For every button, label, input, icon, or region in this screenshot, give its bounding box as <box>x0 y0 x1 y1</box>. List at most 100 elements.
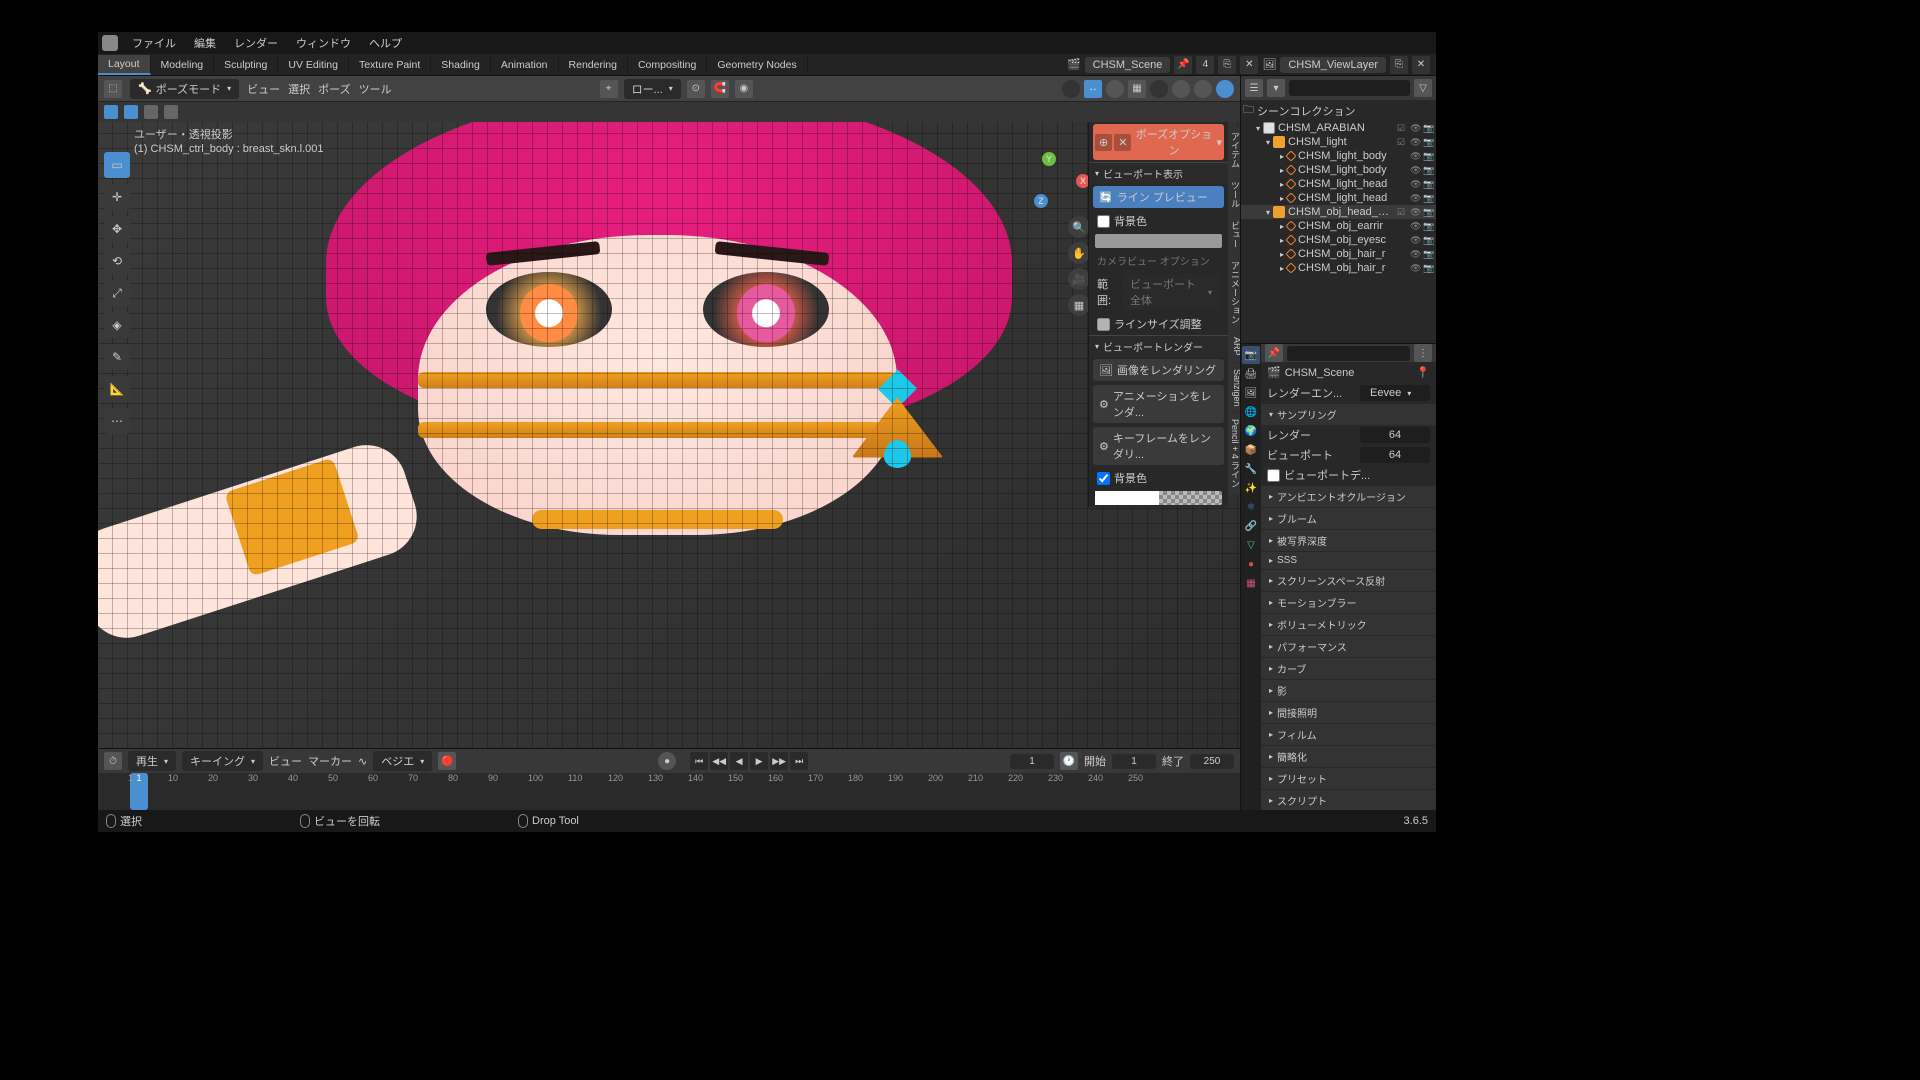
props-section[interactable]: スクリプト <box>1261 790 1436 810</box>
delete-viewlayer-icon[interactable]: ✕ <box>1412 56 1430 74</box>
tool-scale[interactable]: ⤢ <box>104 280 130 306</box>
pin-icon[interactable]: 📌 <box>1174 56 1192 74</box>
outliner-display-icon[interactable]: ▾ <box>1267 79 1285 97</box>
next-key-icon[interactable]: ▶▶ <box>770 752 788 770</box>
ptab-world[interactable]: 🌍 <box>1242 422 1260 440</box>
outliner-row[interactable]: ▸CHSM_obj_hair_r👁📷 <box>1241 261 1436 275</box>
tool-extra[interactable]: ⋯ <box>104 408 130 434</box>
tool-transform[interactable]: ◈ <box>104 312 130 338</box>
select-extra-chip[interactable] <box>164 105 178 119</box>
props-section[interactable]: SSS <box>1261 552 1436 569</box>
render-image-button[interactable]: 🖼画像をレンダリング <box>1093 359 1224 381</box>
axis-lock-icon[interactable]: ⊕ <box>1095 134 1112 151</box>
tab-uv[interactable]: UV Editing <box>278 56 349 74</box>
ptab-object[interactable]: 📦 <box>1242 441 1260 459</box>
outliner-row[interactable]: ▸CHSM_light_body👁📷 <box>1241 149 1436 163</box>
pin-icon[interactable]: 📍 <box>1416 366 1430 379</box>
prev-key-icon[interactable]: ◀◀ <box>710 752 728 770</box>
menu-window[interactable]: ウィンドウ <box>288 33 359 53</box>
ptab-render[interactable]: 📷 <box>1242 346 1260 364</box>
select-lasso-chip[interactable] <box>124 105 138 119</box>
tab-rendering[interactable]: Rendering <box>559 56 628 74</box>
ptab-particle[interactable]: ✨ <box>1242 479 1260 497</box>
scene-count[interactable]: 4 <box>1196 56 1214 74</box>
props-section[interactable]: 簡略化 <box>1261 746 1436 767</box>
vh-menu-tool[interactable]: ツール <box>359 81 392 97</box>
ptab-constraint[interactable]: 🔗 <box>1242 517 1260 535</box>
outliner-row[interactable]: ▾CHSM_obj_head_acs☑👁📷 <box>1241 205 1436 219</box>
tab-shading[interactable]: Shading <box>431 56 491 74</box>
ptab-modifier[interactable]: 🔧 <box>1242 460 1260 478</box>
tab-geonodes[interactable]: Geometry Nodes <box>707 56 807 74</box>
tl-marker[interactable]: マーカー <box>308 753 352 769</box>
panel-viewport-display[interactable]: ビューポート表示 <box>1089 162 1228 184</box>
select-circle-chip[interactable] <box>144 105 158 119</box>
props-section[interactable]: スクリーンスペース反射 <box>1261 570 1436 591</box>
props-section[interactable]: 間接照明 <box>1261 702 1436 723</box>
props-section[interactable]: 被写界深度 <box>1261 530 1436 551</box>
outliner-filter-icon[interactable]: ▽ <box>1414 79 1432 97</box>
props-section[interactable]: ボリューメトリック <box>1261 614 1436 635</box>
jump-start-icon[interactable]: ⏮ <box>690 752 708 770</box>
outliner-row[interactable]: ▾CHSM_light☑👁📷 <box>1241 135 1436 149</box>
end-frame-field[interactable]: 250 <box>1190 754 1234 769</box>
bgcolor2-swatch[interactable] <box>1095 491 1222 505</box>
viewlayer-field[interactable]: CHSM_ViewLayer <box>1280 57 1386 73</box>
record-icon[interactable]: ● <box>658 752 676 770</box>
orientation-icon[interactable]: ⌖ <box>600 80 618 98</box>
outliner-row[interactable]: ▸CHSM_light_head👁📷 <box>1241 177 1436 191</box>
shading-rendered-icon[interactable] <box>1216 80 1234 98</box>
visibility-toggle-icon[interactable] <box>1062 80 1080 98</box>
bgcolor2-checkbox[interactable] <box>1097 472 1110 485</box>
outliner-row[interactable]: ▸CHSM_obj_eyesc👁📷 <box>1241 233 1436 247</box>
ptab-viewlayer[interactable]: 🖼 <box>1242 384 1260 402</box>
delete-scene-icon[interactable]: ✕ <box>1240 56 1258 74</box>
new-scene-icon[interactable]: ⎘ <box>1218 56 1236 74</box>
perspective-icon[interactable]: ▦ <box>1068 294 1090 316</box>
shading-matprev-icon[interactable] <box>1194 80 1212 98</box>
timeline-ruler[interactable]: 1 11020304050607080901001101201301401501… <box>98 773 1240 810</box>
bgcolor-swatch[interactable] <box>1095 234 1222 248</box>
gizmo-toggle-icon[interactable]: ↔ <box>1084 80 1102 98</box>
engine-dropdown[interactable]: Eevee <box>1360 385 1430 401</box>
play-icon[interactable]: ▶ <box>750 752 768 770</box>
pose-options-pill[interactable]: ⊕ ✕ ポーズオプション▾ <box>1093 124 1224 160</box>
viewport-denoise-checkbox[interactable] <box>1267 469 1280 482</box>
panel-viewport-render[interactable]: ビューポートレンダー <box>1089 335 1228 357</box>
tool-rotate[interactable]: ⟲ <box>104 248 130 274</box>
bgcolor-checkbox[interactable] <box>1097 215 1110 228</box>
tab-animation[interactable]: Animation <box>491 56 559 74</box>
props-section[interactable]: アンビエントオクルージョン <box>1261 486 1436 507</box>
axis-z-icon[interactable]: Z <box>1034 194 1048 208</box>
props-section[interactable]: プリセット <box>1261 768 1436 789</box>
menu-file[interactable]: ファイル <box>124 33 184 53</box>
ntab-item[interactable]: アイテム <box>1228 126 1240 174</box>
play-rev-icon[interactable]: ◀ <box>730 752 748 770</box>
viewport-samples-field[interactable]: 64 <box>1360 447 1430 463</box>
autokey-icon[interactable]: 🔴 <box>438 752 456 770</box>
outliner-root[interactable]: 🗀 シーンコレクション <box>1241 100 1436 121</box>
ptab-output[interactable]: 🖨 <box>1242 365 1260 383</box>
outliner-row[interactable]: ▸CHSM_obj_earrir👁📷 <box>1241 219 1436 233</box>
ntab-anim[interactable]: アニメーション <box>1228 255 1240 330</box>
tl-view[interactable]: ビュー <box>269 753 302 769</box>
ntab-view[interactable]: ビュー <box>1228 215 1240 254</box>
zoom-icon[interactable]: 🔍 <box>1068 216 1090 238</box>
tl-keying[interactable]: キーイング <box>182 751 263 771</box>
tab-sculpting[interactable]: Sculpting <box>214 56 278 74</box>
curve-icon[interactable]: ∿ <box>358 755 367 768</box>
outliner-row[interactable]: ▾CHSM_ARABIAN☑👁📷 <box>1241 121 1436 135</box>
ntab-pencil[interactable]: Pencil + 4 ライン <box>1228 413 1240 494</box>
timeline-editor-icon[interactable]: ⏱ <box>104 752 122 770</box>
tool-move[interactable]: ✥ <box>104 216 130 242</box>
menu-render[interactable]: レンダー <box>226 33 286 53</box>
tab-texpaint[interactable]: Texture Paint <box>349 56 431 74</box>
props-options-icon[interactable]: ⋮ <box>1414 344 1432 362</box>
section-sampling[interactable]: サンプリング <box>1261 404 1436 425</box>
props-section[interactable]: カーブ <box>1261 658 1436 679</box>
new-viewlayer-icon[interactable]: ⎘ <box>1390 56 1408 74</box>
shading-wireframe-icon[interactable] <box>1150 80 1168 98</box>
proportional-icon[interactable]: ◉ <box>735 80 753 98</box>
props-section[interactable]: モーションブラー <box>1261 592 1436 613</box>
tool-select-box[interactable]: ▭ <box>104 152 130 178</box>
